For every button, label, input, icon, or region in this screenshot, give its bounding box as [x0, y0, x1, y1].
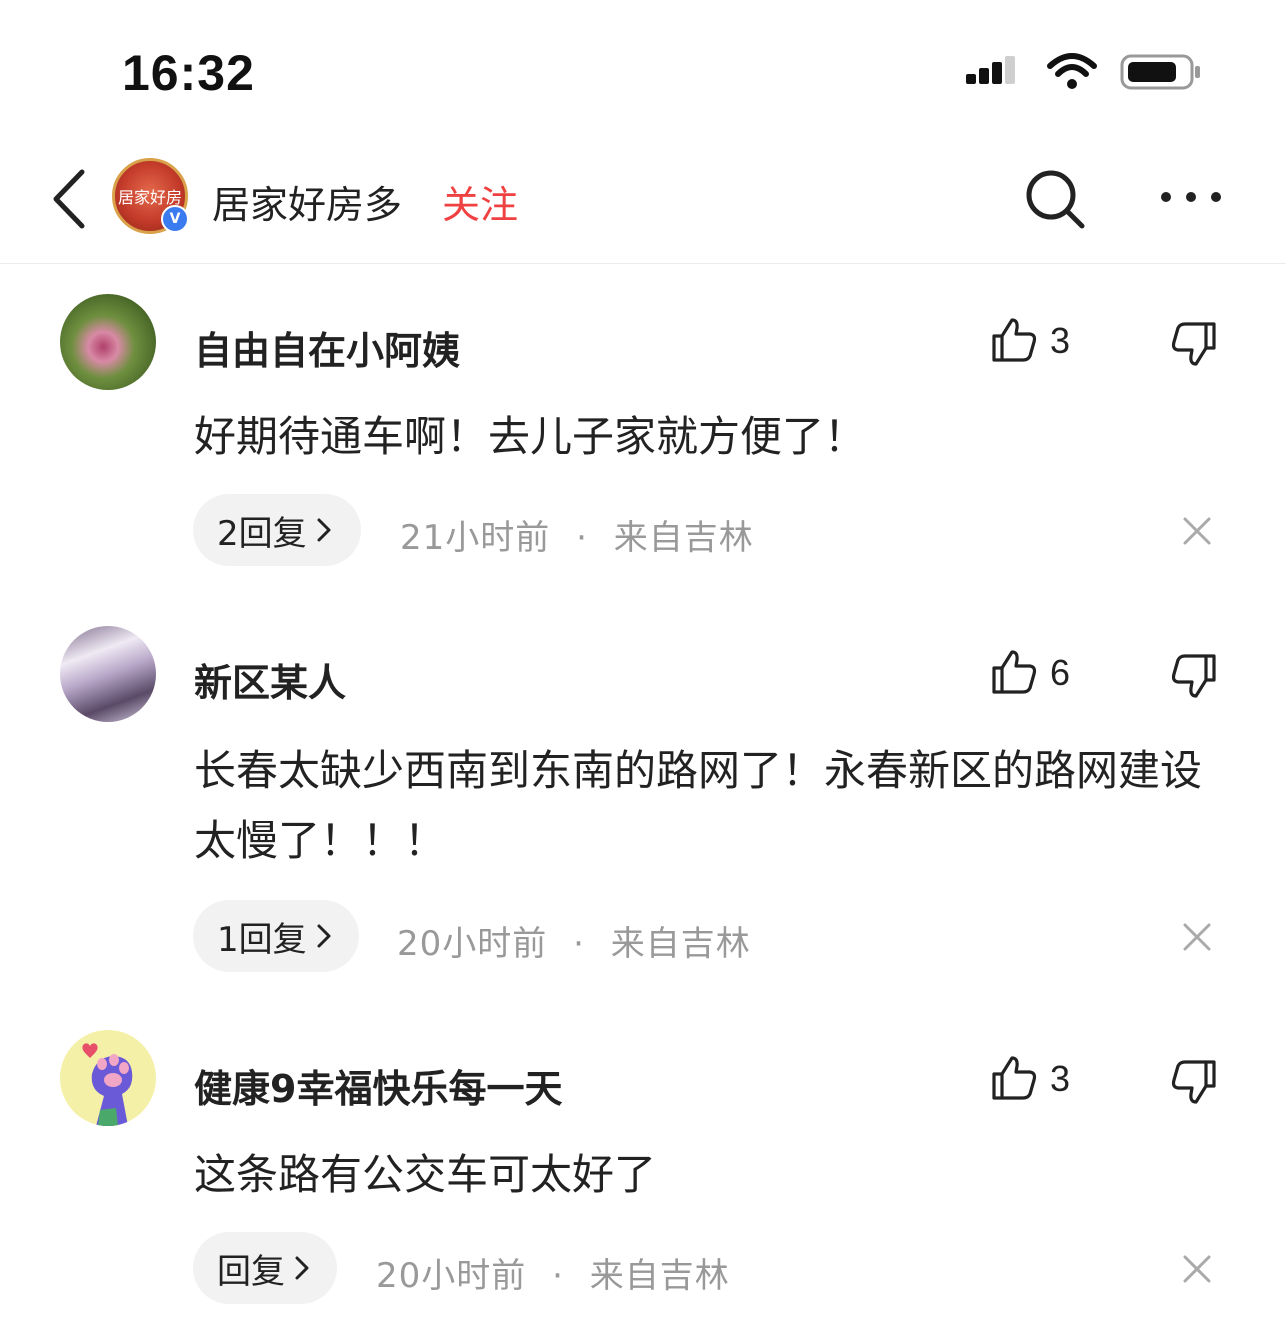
comment-time: 21小时前: [400, 518, 551, 558]
back-arrow-icon[interactable]: [48, 168, 92, 230]
battery-icon: [1120, 54, 1200, 90]
comment-meta: 20小时前 · 来自吉林: [376, 1248, 730, 1297]
close-icon[interactable]: [1182, 922, 1212, 952]
thumbs-up-icon[interactable]: [990, 1054, 1038, 1102]
comment-meta: 20小时前 · 来自吉林: [397, 916, 751, 965]
user-avatar[interactable]: [60, 626, 156, 722]
more-icon[interactable]: [1158, 180, 1224, 214]
wifi-icon: [1047, 53, 1097, 89]
status-icons: [966, 52, 1202, 92]
comment-username[interactable]: 新区某人: [194, 652, 346, 707]
comment-meta: 21小时前 · 来自吉林: [400, 510, 754, 559]
comment-item: 自由自在小阿姨 3 好期待通车啊！去儿子家就方便了！ 2回复 21小时前 · 来…: [0, 290, 1286, 590]
comment-time: 20小时前: [397, 924, 548, 964]
meta-separator: ·: [573, 924, 585, 964]
user-avatar[interactable]: [60, 294, 156, 390]
comment-location: 来自吉林: [589, 1256, 730, 1296]
verified-badge: V: [161, 205, 189, 233]
reply-label: 回复: [217, 1251, 285, 1292]
close-icon[interactable]: [1182, 1254, 1212, 1284]
reply-button[interactable]: 1回复: [193, 900, 359, 972]
comment-location: 来自吉林: [610, 924, 751, 964]
reply-button[interactable]: 2回复: [193, 494, 361, 566]
thumbs-up-icon[interactable]: [990, 316, 1038, 364]
comment-time: 20小时前: [376, 1256, 527, 1296]
close-icon[interactable]: [1182, 516, 1212, 546]
thumbs-down-icon[interactable]: [1170, 1058, 1218, 1106]
search-icon[interactable]: [1024, 168, 1086, 230]
reply-label: 1回复: [217, 919, 307, 960]
chevron-right-icon: [295, 1256, 309, 1280]
comment-location: 来自吉林: [613, 518, 754, 558]
comment-text: 好期待通车啊！去儿子家就方便了！: [194, 412, 867, 461]
status-bar: 16:32: [0, 0, 1286, 140]
like-count: 3: [1050, 1058, 1071, 1099]
like-count: 6: [1050, 652, 1071, 693]
thumbs-up-icon[interactable]: [990, 648, 1038, 696]
follow-button[interactable]: 关注: [442, 174, 518, 229]
account-name[interactable]: 居家好房多: [212, 174, 402, 229]
like-count: 3: [1050, 320, 1071, 361]
status-time: 16:32: [122, 45, 255, 101]
comment-item: 健康9幸福快乐每一天 3 这条路有公交车可太好了 回复 20小时前 · 来自吉林: [0, 1030, 1286, 1330]
comment-username[interactable]: 健康9幸福快乐每一天: [194, 1058, 562, 1113]
cat-paw-icon: [82, 1043, 133, 1126]
thumbs-down-icon[interactable]: [1170, 652, 1218, 700]
comment-username[interactable]: 自由自在小阿姨: [194, 320, 460, 375]
header-bar: 居家好房 V 居家好房多 关注: [0, 140, 1286, 264]
comment-item: 新区某人 6 长春太缺少西南到东南的路网了！永春新区的路网建设太慢了！！！ 1回…: [0, 624, 1286, 984]
account-avatar[interactable]: 居家好房 V: [112, 158, 189, 234]
comment-text: 长春太缺少西南到东南的路网了！永春新区的路网建设太慢了！！！: [194, 746, 1203, 865]
user-avatar[interactable]: [60, 1030, 156, 1126]
signal-icon: [966, 56, 1015, 84]
reply-label: 2回复: [217, 513, 307, 554]
reply-button[interactable]: 回复: [193, 1232, 337, 1304]
chevron-right-icon: [317, 924, 331, 948]
meta-separator: ·: [576, 518, 588, 558]
chevron-right-icon: [317, 518, 331, 542]
comment-text: 这条路有公交车可太好了: [194, 1150, 657, 1199]
thumbs-down-icon[interactable]: [1170, 320, 1218, 368]
meta-separator: ·: [552, 1256, 564, 1296]
